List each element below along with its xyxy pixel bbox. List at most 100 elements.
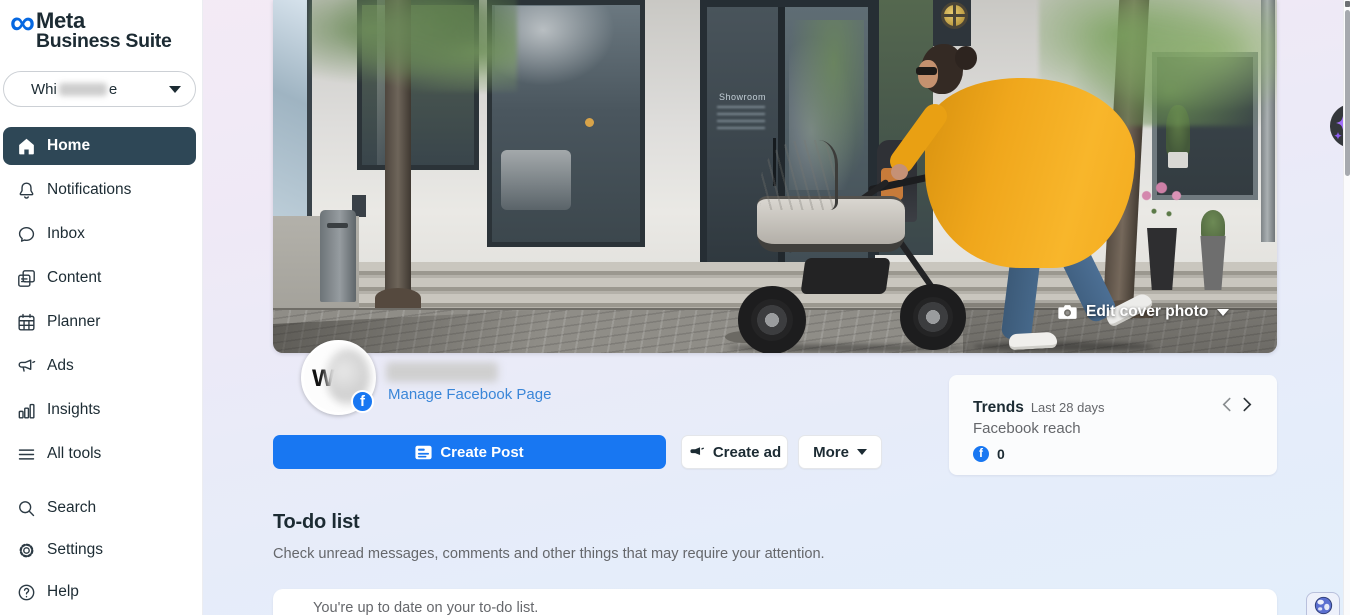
todo-list-title: To-do list xyxy=(273,511,360,534)
cover-tulips xyxy=(1139,180,1189,232)
globe-icon xyxy=(1314,596,1333,615)
brand-wordmark: Meta Business Suite xyxy=(36,10,172,52)
create-post-label: Create Post xyxy=(440,444,523,461)
sidebar-item-label: Settings xyxy=(47,541,103,559)
caret-down-icon xyxy=(1217,309,1229,316)
brand-line2: Business Suite xyxy=(36,31,172,52)
woman-hand xyxy=(891,164,908,180)
sidebar-item-label: All tools xyxy=(47,445,101,463)
search-icon xyxy=(16,498,37,519)
edit-cover-photo-label: Edit cover photo xyxy=(1086,303,1208,321)
cover-door-hours-blur xyxy=(717,106,765,130)
business-name-redaction xyxy=(59,83,107,96)
create-ad-label: Create ad xyxy=(713,444,781,461)
sidebar-item-label: Insights xyxy=(47,401,100,419)
post-icon xyxy=(415,445,432,460)
cover-tree-left-foliage xyxy=(309,0,517,92)
chat-bubble-icon xyxy=(16,224,37,245)
home-icon xyxy=(16,136,37,157)
sidebar-item-label: Inbox xyxy=(47,225,85,243)
sidebar-item-label: Planner xyxy=(47,313,100,331)
chevron-left-icon[interactable] xyxy=(1221,397,1232,412)
cover-window-3-lamp-dot xyxy=(585,118,594,127)
todo-empty-message: You're up to date on your to-do list. xyxy=(313,600,538,615)
cover-door-sign: Showroom xyxy=(719,92,766,102)
sidebar-item-all-tools[interactable]: All tools xyxy=(3,435,196,473)
sidebar-item-label: Notifications xyxy=(47,181,131,199)
calendar-icon xyxy=(16,312,37,333)
sidebar-item-label: Search xyxy=(47,499,96,517)
stroller-rear-wheel xyxy=(738,286,806,353)
sidebar-item-settings[interactable]: Settings xyxy=(3,531,196,569)
cover-window-right-pot xyxy=(1168,152,1188,168)
sidebar-item-label: Ads xyxy=(47,357,74,375)
chevron-down-icon xyxy=(169,86,181,93)
scrollbar-arrow[interactable] xyxy=(1345,1,1350,7)
sidebar-item-search[interactable]: Search xyxy=(3,489,196,527)
sidebar-nav-bottom: Search Settings Help xyxy=(3,489,196,615)
create-ad-button[interactable]: Create ad xyxy=(681,435,788,469)
business-name-prefix: Whi xyxy=(31,81,57,98)
woman-sunglasses xyxy=(916,67,937,75)
more-label: More xyxy=(813,444,849,461)
facebook-icon: f xyxy=(973,446,989,462)
sidebar-item-content[interactable]: Content xyxy=(3,259,196,297)
sidebar-item-help[interactable]: Help xyxy=(3,573,196,611)
facebook-icon: f xyxy=(351,390,374,413)
woman-shadow xyxy=(973,342,1153,351)
business-name-suffix: e xyxy=(109,81,117,98)
sidebar-nav-main: Home Notifications Inbox Content Planner… xyxy=(3,127,196,479)
cover-window-3-interior xyxy=(501,150,571,210)
page-avatar[interactable]: W f xyxy=(301,340,376,415)
trends-card: Trends Last 28 days Facebook reach f 0 xyxy=(949,375,1277,475)
trends-title: Trends xyxy=(973,399,1024,417)
trends-metric-label: Facebook reach xyxy=(973,420,1253,437)
menu-lines-icon xyxy=(16,444,37,465)
cover-pot-plant-2 xyxy=(1201,210,1225,240)
page-name-redaction xyxy=(386,362,498,382)
brand-logo[interactable]: ∞ Meta Business Suite xyxy=(10,10,172,52)
sidebar-item-ads[interactable]: Ads xyxy=(3,347,196,385)
sidebar-item-label: Content xyxy=(47,269,101,287)
sidebar-item-planner[interactable]: Planner xyxy=(3,303,196,341)
manage-facebook-page-link[interactable]: Manage Facebook Page xyxy=(388,386,551,403)
sidebar-item-notifications[interactable]: Notifications xyxy=(3,171,196,209)
sidebar-item-label: Help xyxy=(47,583,79,601)
create-post-button[interactable]: Create Post xyxy=(273,435,666,469)
browser-globe-button[interactable] xyxy=(1306,592,1340,615)
question-circle-icon xyxy=(16,582,37,603)
more-button[interactable]: More xyxy=(798,435,882,469)
brand-line1: Meta xyxy=(36,10,172,31)
stroller-basket xyxy=(800,258,890,294)
scrollbar-thumb[interactable] xyxy=(1345,10,1350,176)
sidebar-item-label: Home xyxy=(47,137,90,155)
sidebar-item-insights[interactable]: Insights xyxy=(3,391,196,429)
cover-photo: Showroom xyxy=(273,0,1277,353)
business-selector[interactable]: Whi e xyxy=(3,71,196,107)
meta-business-suite-app: Showroom xyxy=(0,0,1350,615)
cover-trash-bin-slot xyxy=(327,223,348,228)
gear-icon xyxy=(16,540,37,561)
todo-list-subtitle: Check unread messages, comments and othe… xyxy=(273,546,825,562)
woman-coat xyxy=(925,78,1135,268)
megaphone-filled-icon xyxy=(688,444,705,461)
sidebar-item-home[interactable]: Home xyxy=(3,127,196,165)
megaphone-icon xyxy=(16,356,37,377)
caret-down-icon xyxy=(857,449,867,455)
stroller-front-wheel xyxy=(900,284,966,350)
chevron-right-icon[interactable] xyxy=(1242,397,1253,412)
todo-list-card: You're up to date on your to-do list. xyxy=(273,589,1277,615)
sidebar-item-inbox[interactable]: Inbox xyxy=(3,215,196,253)
woman-shoe-front xyxy=(1009,332,1058,350)
bell-icon xyxy=(16,180,37,201)
cover-tree-left-roots xyxy=(375,288,421,308)
camera-icon xyxy=(1058,304,1077,320)
scrollbar[interactable] xyxy=(1343,0,1350,615)
cover-lamp xyxy=(941,2,968,29)
woman-hair-bun xyxy=(955,46,977,70)
facebook-reach-value: 0 xyxy=(997,446,1005,462)
sidebar: ∞ Meta Business Suite Whi e Home Notific… xyxy=(0,0,203,615)
cover-window-left xyxy=(273,0,312,218)
trends-period: Last 28 days xyxy=(1031,400,1105,415)
edit-cover-photo-button[interactable]: Edit cover photo xyxy=(1058,303,1229,321)
